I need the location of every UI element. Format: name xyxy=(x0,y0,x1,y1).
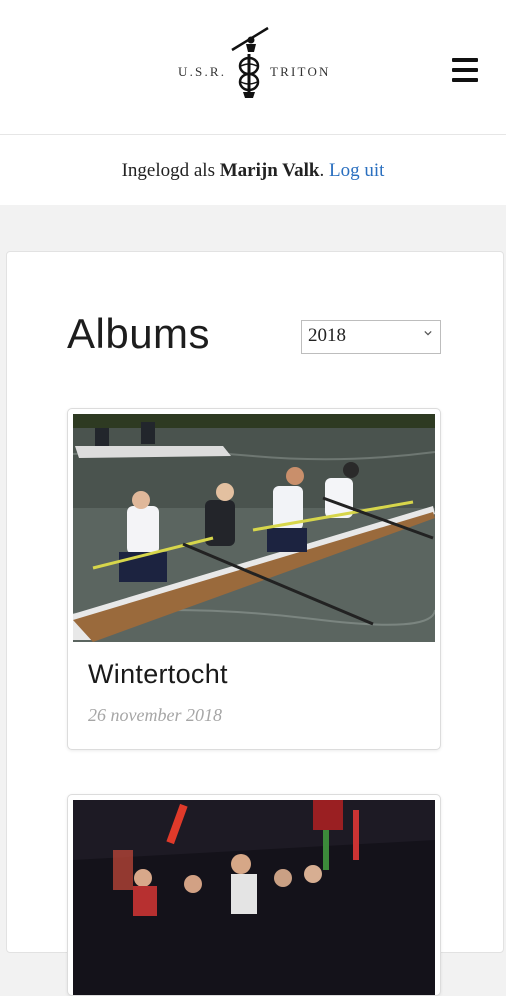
logo-text-left: U.S.R. xyxy=(178,64,227,79)
logged-in-user-name: Marijn Valk xyxy=(219,160,320,181)
year-select-value: 2018 xyxy=(308,325,346,346)
period: . xyxy=(319,160,325,181)
chevron-down-icon xyxy=(424,330,432,336)
logout-link[interactable]: Log uit xyxy=(329,160,384,181)
usr-triton-logo[interactable]: U.S.R. TRITON xyxy=(178,26,330,100)
triton-emblem-icon xyxy=(231,26,269,98)
site-header: U.S.R. TRITON xyxy=(0,0,506,135)
login-prefix: Ingelogd als xyxy=(121,160,215,181)
login-status-bar: Ingelogd als Marijn Valk. Log uit xyxy=(0,135,506,205)
albums-card: Albums 2018 Wintertocht 26 november 2018 xyxy=(6,251,504,996)
page-title: Albums xyxy=(67,310,211,357)
album-cover-photo xyxy=(73,414,435,642)
album-cover-photo xyxy=(73,800,435,995)
album-card[interactable]: Wintertocht 26 november 2018 xyxy=(67,408,441,750)
logo-text-right: TRITON xyxy=(270,64,331,79)
hamburger-menu-icon[interactable] xyxy=(448,56,482,86)
album-title: Wintertocht xyxy=(88,659,228,689)
year-select[interactable]: 2018 xyxy=(301,320,441,354)
album-card[interactable] xyxy=(67,794,441,996)
album-date: 26 november 2018 xyxy=(88,705,222,725)
